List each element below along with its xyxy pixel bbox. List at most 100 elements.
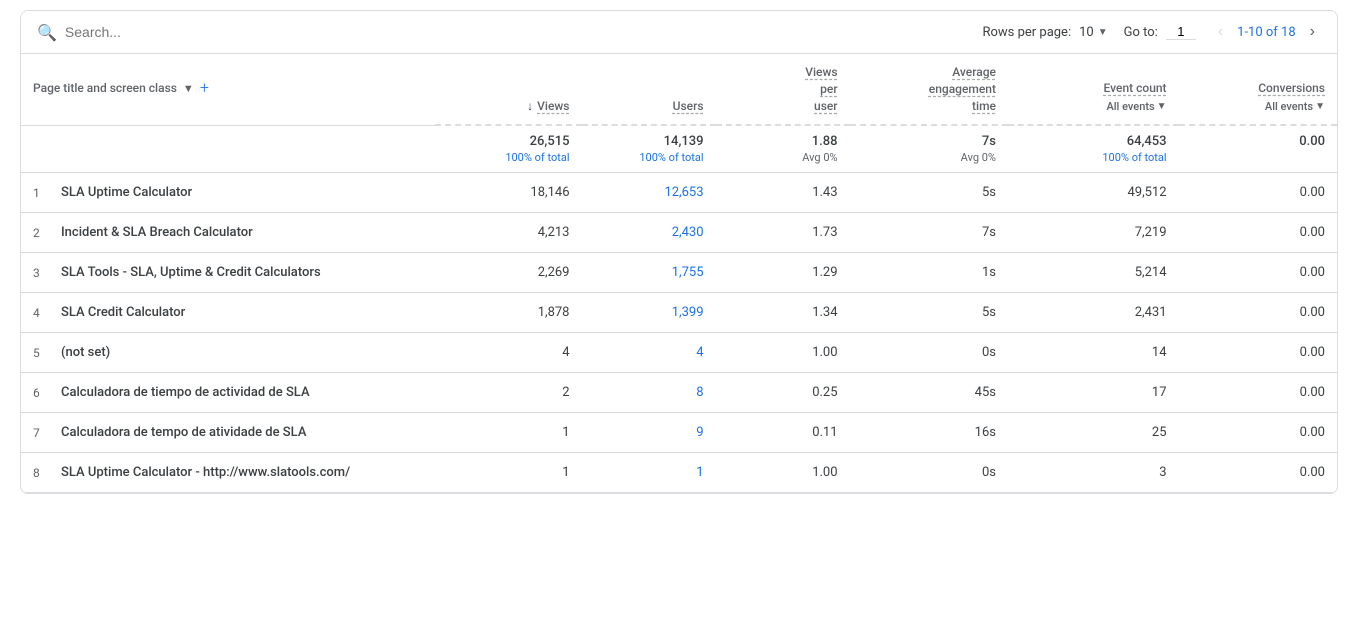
row-conversions: 0.00 xyxy=(1179,413,1337,453)
row-event-count: 14 xyxy=(1008,333,1179,373)
rows-per-page-select[interactable]: 10 ▼ xyxy=(1079,25,1108,40)
table-row: 3 SLA Tools - SLA, Uptime & Credit Calcul… xyxy=(21,253,1337,293)
row-page-title[interactable]: SLA Tools - SLA, Uptime & Credit Calcula… xyxy=(61,265,321,280)
rows-dropdown-arrow-icon: ▼ xyxy=(1098,27,1108,38)
row-dimension: 1 SLA Uptime Calculator xyxy=(21,173,435,212)
row-index: 8 xyxy=(33,465,49,480)
users-col-label[interactable]: Users xyxy=(673,98,704,115)
table-row: 4SLA Credit Calculator1,8781,3991.345s2,… xyxy=(21,293,1337,333)
rows-per-page-label: Rows per page: xyxy=(982,25,1071,40)
event-count-dropdown-icon[interactable]: ▼ xyxy=(1157,100,1167,114)
summary-users: 14,139 100% of total xyxy=(582,125,716,173)
row-page-title[interactable]: Incident & SLA Breach Calculator xyxy=(61,225,253,240)
row-views: 1 xyxy=(435,453,581,493)
dimension-filter-icon[interactable]: ▼ xyxy=(183,81,194,96)
row-aet: 1s xyxy=(850,253,1008,293)
row-index: 4 xyxy=(33,305,49,320)
search-input[interactable] xyxy=(65,24,265,40)
add-column-button[interactable]: + xyxy=(200,77,209,99)
row-users: 9 xyxy=(582,413,716,453)
row-vpu: 1.43 xyxy=(716,173,850,213)
col-header-event-count: Event count All events ▼ xyxy=(1008,54,1179,125)
table-row: 1SLA Uptime Calculator18,14612,6531.435s… xyxy=(21,173,1337,213)
row-page-title[interactable]: SLA Credit Calculator xyxy=(61,305,185,320)
col-header-views: ↓ Views xyxy=(435,54,581,125)
row-event-count: 49,512 xyxy=(1008,173,1179,213)
conversions-dropdown-icon[interactable]: ▼ xyxy=(1315,100,1325,114)
table-header-row: Page title and screen class ▼ + ↓ Views xyxy=(21,54,1337,125)
row-dimension: 4 SLA Credit Calculator xyxy=(21,293,435,332)
prev-page-button[interactable]: ‹ xyxy=(1212,21,1229,43)
row-aet: 5s xyxy=(850,293,1008,333)
row-index: 1 xyxy=(33,185,49,200)
row-users: 2,430 xyxy=(582,213,716,253)
next-page-button[interactable]: › xyxy=(1304,21,1321,43)
row-index: 3 xyxy=(33,265,49,280)
row-aet: 5s xyxy=(850,173,1008,213)
goto-input[interactable] xyxy=(1166,24,1196,40)
row-vpu: 0.25 xyxy=(716,373,850,413)
row-dimension: 2Incident & SLA Breach Calculator xyxy=(21,213,435,252)
row-users: 1 xyxy=(582,453,716,493)
row-page-title[interactable]: SLA Uptime Calculator xyxy=(61,185,192,200)
aet-col-label: Averageengagementtime xyxy=(929,64,996,114)
row-index: 7 xyxy=(33,425,49,440)
row-views: 18,146 xyxy=(435,173,581,213)
col-header-vpu: Viewsperuser xyxy=(716,54,850,125)
row-views: 2 xyxy=(435,373,581,413)
summary-aet: 7s Avg 0% xyxy=(850,125,1008,173)
row-dimension: 8 SLA Uptime Calculator - http://www.slat… xyxy=(21,453,435,492)
row-vpu: 1.29 xyxy=(716,253,850,293)
row-users: 4 xyxy=(582,333,716,373)
col-header-aet: Averageengagementtime xyxy=(850,54,1008,125)
summary-event-count: 64,453 100% of total xyxy=(1008,125,1179,173)
views-col-label[interactable]: Views xyxy=(537,98,569,115)
row-users: 1,755 xyxy=(582,253,716,293)
row-event-count: 17 xyxy=(1008,373,1179,413)
row-event-count: 7,219 xyxy=(1008,213,1179,253)
row-aet: 7s xyxy=(850,213,1008,253)
row-event-count: 2,431 xyxy=(1008,293,1179,333)
row-dimension: 6 Calculadora de tiempo de actividad de S… xyxy=(21,373,435,412)
analytics-table-container: 🔍 Rows per page: 10 ▼ Go to: ‹ 1-10 of 1… xyxy=(20,10,1338,494)
table-row: 2Incident & SLA Breach Calculator4,2132,… xyxy=(21,213,1337,253)
row-conversions: 0.00 xyxy=(1179,253,1337,293)
goto-label: Go to: xyxy=(1124,25,1158,40)
row-dimension: 5(not set) xyxy=(21,333,435,372)
row-page-title[interactable]: Calculadora de tiempo de actividad de SL… xyxy=(61,385,310,400)
row-dimension: 7 Calculadora de tempo de atividade de SL… xyxy=(21,413,435,452)
search-box: 🔍 xyxy=(37,23,982,42)
rows-per-page: Rows per page: 10 ▼ xyxy=(982,25,1107,40)
summary-row: 26,515 100% of total 14,139 100% of tota… xyxy=(21,125,1337,173)
table-row: 7 Calculadora de tempo de atividade de SL… xyxy=(21,413,1337,453)
row-page-title[interactable]: Calculadora de tempo de atividade de SLA xyxy=(61,425,306,440)
search-icon: 🔍 xyxy=(37,23,57,42)
row-vpu: 1.00 xyxy=(716,333,850,373)
event-count-col-label[interactable]: Event count xyxy=(1104,80,1167,97)
row-dimension: 3 SLA Tools - SLA, Uptime & Credit Calcul… xyxy=(21,253,435,292)
row-views: 4,213 xyxy=(435,213,581,253)
event-count-sub-label: All events xyxy=(1106,99,1154,114)
page-nav: ‹ 1-10 of 18 › xyxy=(1212,21,1321,43)
row-users: 8 xyxy=(582,373,716,413)
table-row: 6 Calculadora de tiempo de actividad de S… xyxy=(21,373,1337,413)
row-vpu: 1.34 xyxy=(716,293,850,333)
table-row: 5(not set)441.000s140.00 xyxy=(21,333,1337,373)
col-header-dimension: Page title and screen class ▼ + xyxy=(21,54,435,125)
row-vpu: 1.73 xyxy=(716,213,850,253)
row-page-title[interactable]: SLA Uptime Calculator - http://www.slato… xyxy=(61,465,350,480)
rows-per-page-value: 10 xyxy=(1079,25,1094,40)
row-event-count: 3 xyxy=(1008,453,1179,493)
data-table: Page title and screen class ▼ + ↓ Views xyxy=(21,54,1337,493)
row-vpu: 0.11 xyxy=(716,413,850,453)
row-event-count: 25 xyxy=(1008,413,1179,453)
row-index: 6 xyxy=(33,385,49,400)
row-views: 2,269 xyxy=(435,253,581,293)
row-aet: 0s xyxy=(850,333,1008,373)
toolbar: 🔍 Rows per page: 10 ▼ Go to: ‹ 1-10 of 1… xyxy=(21,11,1337,54)
conversions-col-label[interactable]: Conversions xyxy=(1258,80,1325,97)
summary-conversions: 0.00 xyxy=(1179,125,1337,173)
row-views: 4 xyxy=(435,333,581,373)
row-aet: 16s xyxy=(850,413,1008,453)
row-page-title[interactable]: (not set) xyxy=(61,345,110,360)
